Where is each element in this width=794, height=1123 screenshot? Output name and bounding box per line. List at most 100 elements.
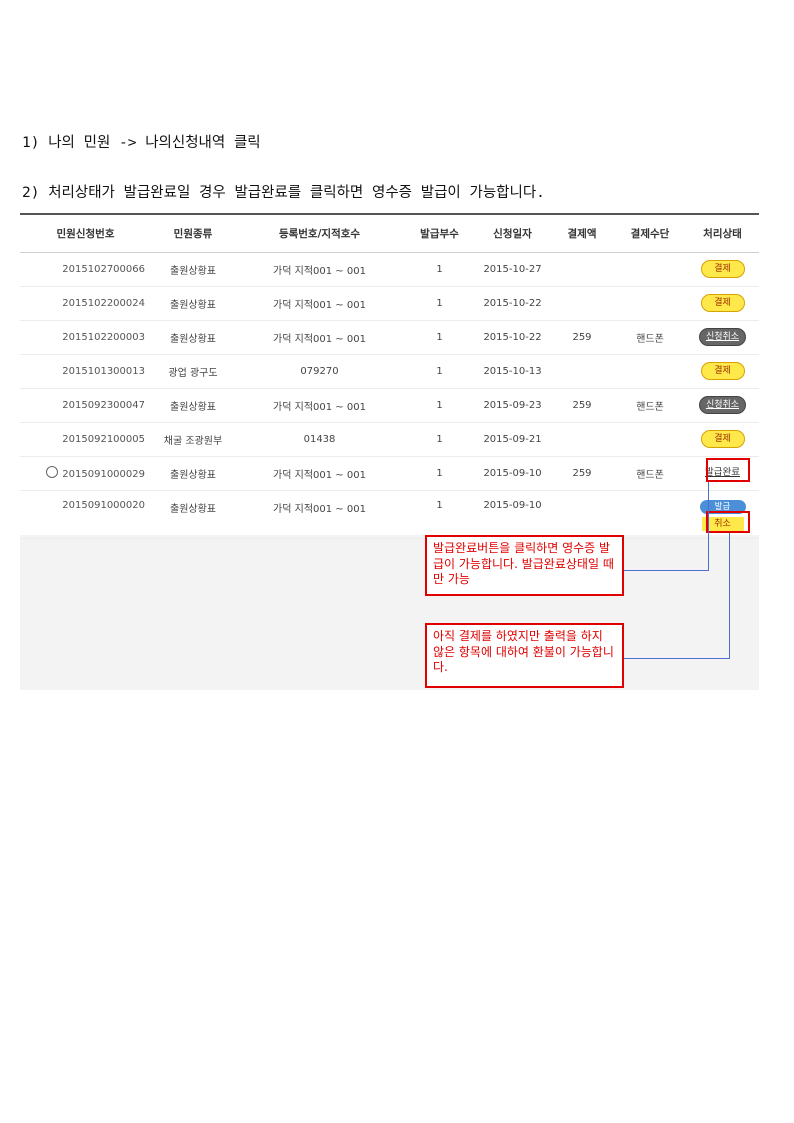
header-payment-method: 결제수단 xyxy=(614,213,686,253)
table-row: 2015092300047 출원상황표 가덕 지적001 ~ 001 1 201… xyxy=(20,388,759,423)
application-date: 2015-09-21 xyxy=(475,422,550,457)
application-list-screenshot: 민원신청번호 민원종류 등록번호/지적호수 발급부수 신청일자 결제액 결제수단… xyxy=(20,213,759,690)
application-number: 2015091000029 xyxy=(20,456,151,491)
registration-number: 가덕 지적001 ~ 001 xyxy=(235,456,404,491)
application-type: 출원상황표 xyxy=(151,320,235,355)
copies: 1 xyxy=(404,388,475,423)
application-number: 2015101300013 xyxy=(20,354,151,389)
refund-highlight xyxy=(706,511,750,533)
amount: 259 xyxy=(550,456,614,491)
refund-callout: 아직 결제를 하였지만 출력을 하지 않은 항목에 대하여 환불이 가능합니다. xyxy=(425,623,624,688)
header-application-date: 신청일자 xyxy=(475,213,550,253)
payment-method xyxy=(614,354,686,389)
table-row: 2015091000029 출원상황표 가덕 지적001 ~ 001 1 201… xyxy=(20,456,759,491)
application-date: 2015-10-13 xyxy=(475,354,550,389)
payment-method xyxy=(614,286,686,321)
application-type: 채굴 조광원부 xyxy=(151,422,235,457)
payment-method xyxy=(614,490,686,539)
amount xyxy=(550,422,614,457)
connector-line xyxy=(729,533,730,658)
registration-number: 가덕 지적001 ~ 001 xyxy=(235,388,404,423)
copies: 1 xyxy=(404,320,475,355)
application-number-text: 2015091000029 xyxy=(62,469,145,480)
application-history-table: 민원신청번호 민원종류 등록번호/지적호수 발급부수 신청일자 결제액 결제수단… xyxy=(20,213,759,539)
header-copies: 발급부수 xyxy=(404,213,475,253)
status-cell: 신청취소 xyxy=(686,320,759,355)
pay-button[interactable]: 결제 xyxy=(700,260,745,278)
copies: 1 xyxy=(404,456,475,491)
amount xyxy=(550,286,614,321)
table-row: 2015102200024 출원상황표 가덕 지적001 ~ 001 1 201… xyxy=(20,286,759,321)
registration-number: 가덕 지적001 ~ 001 xyxy=(235,252,404,287)
application-number: 2015092300047 xyxy=(20,388,151,423)
screenshot-background xyxy=(20,535,759,690)
registration-number: 01438 xyxy=(235,422,404,457)
header-application-number: 민원신청번호 xyxy=(20,213,151,253)
payment-method: 핸드폰 xyxy=(614,388,686,423)
payment-method xyxy=(614,252,686,287)
cancel-application-button[interactable]: 신청취소 xyxy=(698,396,747,414)
application-type: 광업 광구도 xyxy=(151,354,235,389)
application-number: 2015102700066 xyxy=(20,252,151,287)
table-row: 2015092100005 채굴 조광원부 01438 1 2015-09-21… xyxy=(20,422,759,457)
header-status: 처리상태 xyxy=(686,213,759,253)
pay-button[interactable]: 결제 xyxy=(700,430,745,448)
status-cell: 결제 xyxy=(686,354,759,389)
registration-number: 가덕 지적001 ~ 001 xyxy=(235,320,404,355)
application-type: 출원상황표 xyxy=(151,490,235,539)
copies: 1 xyxy=(404,422,475,457)
copies: 1 xyxy=(404,354,475,389)
payment-method: 핸드폰 xyxy=(614,320,686,355)
application-type: 출원상황표 xyxy=(151,456,235,491)
amount xyxy=(550,490,614,539)
status-cell: 신청취소 xyxy=(686,388,759,423)
table-row: 2015101300013 광업 광구도 079270 1 2015-10-13… xyxy=(20,354,759,389)
application-date: 2015-10-27 xyxy=(475,252,550,287)
copies: 1 xyxy=(404,490,475,539)
status-cell: 결제 xyxy=(686,252,759,287)
connector-line xyxy=(624,658,730,659)
application-date: 2015-10-22 xyxy=(475,286,550,321)
issued-complete-callout: 발급완료버튼을 클릭하면 영수증 발급이 가능합니다. 발급완료상태일 때만 가… xyxy=(425,535,624,596)
cancel-application-button[interactable]: 신청취소 xyxy=(698,328,747,346)
issued-complete-highlight xyxy=(706,458,750,482)
application-type: 출원상황표 xyxy=(151,286,235,321)
application-date: 2015-09-23 xyxy=(475,388,550,423)
header-application-type: 민원종류 xyxy=(151,213,235,253)
amount: 259 xyxy=(550,320,614,355)
registration-number: 079270 xyxy=(235,354,404,389)
status-cell: 결제 xyxy=(686,286,759,321)
table-row: 2015102700066 출원상황표 가덕 지적001 ~ 001 1 201… xyxy=(20,252,759,287)
copies: 1 xyxy=(404,286,475,321)
application-type: 출원상황표 xyxy=(151,252,235,287)
application-date: 2015-09-10 xyxy=(475,456,550,491)
header-registration-number: 등록번호/지적호수 xyxy=(235,213,404,253)
pay-button[interactable]: 결제 xyxy=(700,362,745,380)
application-number: 2015091000020 xyxy=(20,490,151,539)
connector-line xyxy=(708,482,709,570)
registration-number: 가덕 지적001 ~ 001 xyxy=(235,286,404,321)
status-cell: 결제 xyxy=(686,422,759,457)
registration-number: 가덕 지적001 ~ 001 xyxy=(235,490,404,539)
application-number: 2015102200024 xyxy=(20,286,151,321)
application-date: 2015-10-22 xyxy=(475,320,550,355)
application-type: 출원상황표 xyxy=(151,388,235,423)
amount xyxy=(550,354,614,389)
application-date: 2015-09-10 xyxy=(475,490,550,539)
step-1-instruction: 1) 나의 민원 -> 나의신청내역 클릭 xyxy=(22,135,261,151)
table-row: 2015102200003 출원상황표 가덕 지적001 ~ 001 1 201… xyxy=(20,320,759,355)
pay-button[interactable]: 결제 xyxy=(700,294,745,312)
copies: 1 xyxy=(404,252,475,287)
table-row: 2015091000020 출원상황표 가덕 지적001 ~ 001 1 201… xyxy=(20,490,759,539)
application-number: 2015102200003 xyxy=(20,320,151,355)
application-number: 2015092100005 xyxy=(20,422,151,457)
payment-method: 핸드폰 xyxy=(614,456,686,491)
amount xyxy=(550,252,614,287)
step-2-instruction: 2) 처리상태가 발급완료일 경우 발급완료를 클릭하면 영수증 발급이 가능합… xyxy=(22,185,545,201)
payment-method xyxy=(614,422,686,457)
table-header-row: 민원신청번호 민원종류 등록번호/지적호수 발급부수 신청일자 결제액 결제수단… xyxy=(20,213,759,253)
header-amount: 결제액 xyxy=(550,213,614,253)
amount: 259 xyxy=(550,388,614,423)
connector-line xyxy=(624,570,709,571)
row-select-radio[interactable] xyxy=(46,466,59,478)
